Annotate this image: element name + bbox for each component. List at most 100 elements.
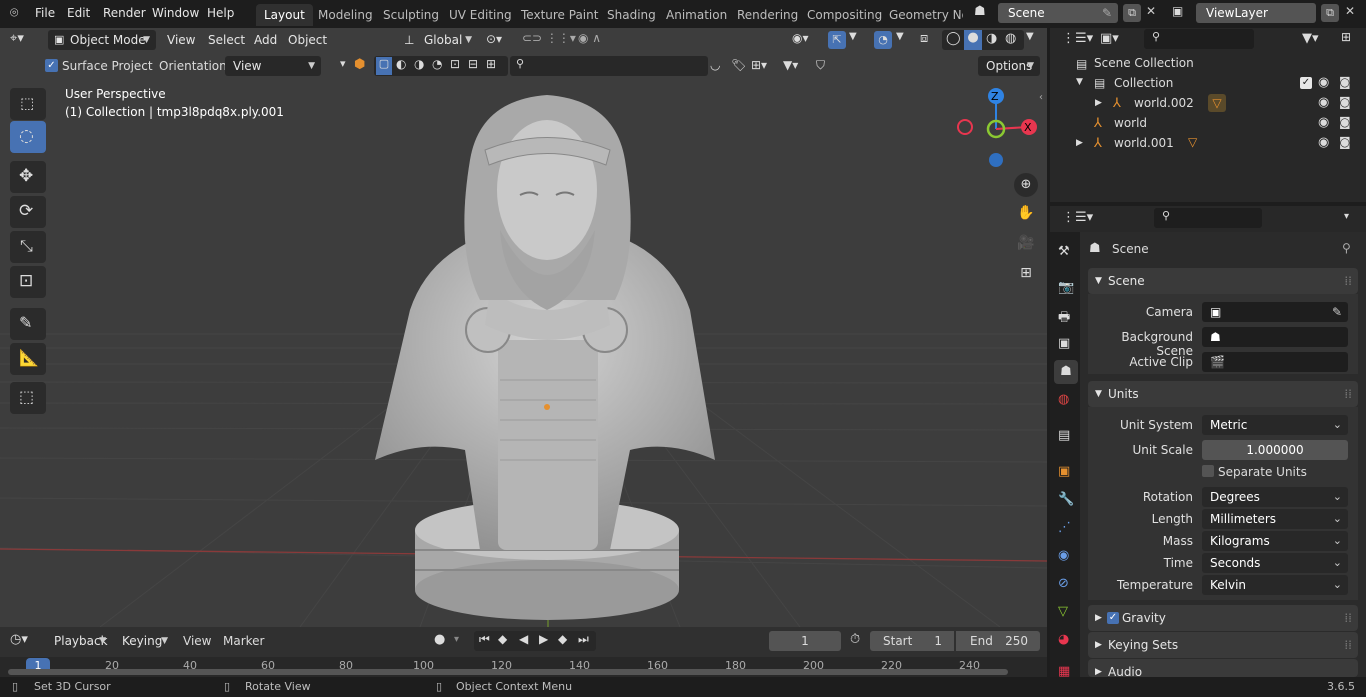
- record-icon[interactable]: ●: [434, 632, 445, 647]
- expand-world001-icon[interactable]: ▶: [1076, 138, 1083, 148]
- outliner-row-world[interactable]: world: [1114, 116, 1147, 130]
- visibility-icon[interactable]: ◉▾: [792, 31, 809, 45]
- select-box-icon[interactable]: ▢: [376, 57, 392, 75]
- layer-icon[interactable]: ◡: [710, 58, 720, 72]
- playback-menu[interactable]: Playback ▼: [46, 631, 112, 651]
- pin-icon[interactable]: ⚲: [1342, 241, 1351, 255]
- surface-project-checkbox[interactable]: ✓: [45, 59, 58, 72]
- snap-target-icon[interactable]: ▾: [340, 57, 346, 70]
- rotate-tool[interactable]: ⟳: [10, 196, 46, 228]
- mesh-data-icon[interactable]: ▽: [1208, 94, 1226, 112]
- overlays-toggle-icon[interactable]: ◔: [874, 31, 892, 49]
- tab-rendering[interactable]: Rendering: [729, 4, 806, 26]
- frame-ruler[interactable]: 1 20 40 60 80 100 120 140 160 180 200 22…: [0, 657, 1047, 677]
- exclude-checkbox[interactable]: ✓: [1300, 77, 1312, 89]
- add-cube-tool[interactable]: ⬚: [10, 382, 46, 414]
- menu-select[interactable]: Select: [208, 28, 245, 52]
- menu-window[interactable]: Window: [152, 6, 199, 20]
- new-collection-icon[interactable]: ⊞: [1337, 30, 1355, 48]
- 3d-viewport[interactable]: ⌖▾ ▣ Object Mode ▼ View Select Add Object…: [0, 28, 1047, 627]
- material-shading-icon[interactable]: ◑: [986, 31, 997, 46]
- expand-collection-icon[interactable]: ▼: [1076, 77, 1083, 87]
- bookmark-icon[interactable]: 🏷: [731, 58, 746, 72]
- unit-system-dropdown[interactable]: Metric ⌄: [1202, 415, 1348, 435]
- material-tab-icon[interactable]: ◕: [1058, 632, 1069, 647]
- data-tab-icon[interactable]: ▽: [1058, 604, 1068, 619]
- remove-scene-icon[interactable]: ✕: [1146, 4, 1156, 18]
- menu-help[interactable]: Help: [207, 6, 234, 20]
- remove-view-layer-icon[interactable]: ✕: [1345, 4, 1355, 18]
- proportional-edit-icon[interactable]: ◉ ∧: [578, 31, 601, 45]
- editor-type-icon[interactable]: ⌖▾: [10, 31, 24, 46]
- annotate-tool[interactable]: ✎: [10, 308, 46, 340]
- menu-view[interactable]: View: [167, 28, 195, 52]
- outliner-row-collection[interactable]: Collection: [1114, 76, 1173, 90]
- perspective-grid-icon[interactable]: ⊞: [1014, 261, 1038, 285]
- shield-icon[interactable]: ⛉: [816, 58, 825, 73]
- outliner-search-input[interactable]: ⚲: [1144, 29, 1254, 49]
- unit-scale-field[interactable]: 1.000000: [1202, 440, 1348, 460]
- move-tool[interactable]: ✥: [10, 161, 46, 193]
- separate-units-checkbox[interactable]: [1202, 465, 1214, 477]
- wireframe-shading-icon[interactable]: ◯: [946, 31, 961, 46]
- view-layer-icon[interactable]: ▣: [1172, 4, 1183, 18]
- temperature-dropdown[interactable]: Kelvin ⌄: [1202, 575, 1348, 595]
- render-tab-icon[interactable]: 📷: [1058, 280, 1074, 295]
- menu-edit[interactable]: Edit: [67, 6, 90, 20]
- layout-icon[interactable]: ⊞▾: [751, 58, 767, 72]
- pivot-icon[interactable]: ⊙▾: [486, 32, 502, 46]
- transform-orientation[interactable]: ⊥ Global ▼: [400, 30, 478, 50]
- eye-icon[interactable]: ◉: [1318, 95, 1329, 110]
- filter-mesh-icon[interactable]: ◑: [414, 57, 424, 71]
- view-layer-tab-icon[interactable]: ▣: [1058, 336, 1070, 351]
- pan-hand-icon[interactable]: ✋: [1014, 201, 1038, 225]
- jump-end-icon[interactable]: ⏭: [578, 632, 589, 647]
- tab-compositing[interactable]: Compositing: [799, 4, 890, 26]
- mass-dropdown[interactable]: Kilograms ⌄: [1202, 531, 1348, 551]
- background-scene-field[interactable]: ☗: [1202, 327, 1348, 347]
- measure-tool[interactable]: 📐: [10, 343, 46, 375]
- particles-tab-icon[interactable]: ⋰: [1058, 520, 1071, 535]
- outliner-editor-icon[interactable]: ⋮☰▾: [1062, 31, 1093, 46]
- options-dropdown[interactable]: Options ▼: [978, 56, 1040, 76]
- tab-sculpting[interactable]: Sculpting: [375, 4, 447, 26]
- camera-field[interactable]: ▣ ✎: [1202, 302, 1348, 322]
- bust-model[interactable]: [370, 80, 730, 625]
- eye-icon[interactable]: ◉: [1318, 75, 1329, 90]
- scene-selector[interactable]: Scene ✎: [998, 3, 1118, 23]
- gravity-panel-header[interactable]: ▶ ✓ Gravity ⁞⁞: [1088, 605, 1358, 631]
- tab-geometry-nodes[interactable]: Geometry Noc: [881, 4, 963, 26]
- tab-modeling[interactable]: Modeling: [310, 4, 381, 26]
- time-dropdown[interactable]: Seconds ⌄: [1202, 553, 1348, 573]
- keying-menu[interactable]: Keying ▼: [114, 631, 174, 651]
- new-view-layer-icon[interactable]: ⧉: [1321, 4, 1339, 22]
- keying-sets-panel-header[interactable]: ▶ Keying Sets ⁞⁞: [1088, 632, 1358, 658]
- tab-animation[interactable]: Animation: [658, 4, 735, 26]
- overlays-dropdown-icon[interactable]: ▼: [896, 31, 904, 42]
- navigation-gizmo[interactable]: Z X: [950, 83, 1040, 168]
- length-dropdown[interactable]: Millimeters ⌄: [1202, 509, 1348, 529]
- orientation-dropdown[interactable]: View ▼: [225, 56, 321, 76]
- outliner-filter-icon[interactable]: ▼▾: [1302, 31, 1319, 46]
- units-panel-header[interactable]: ▼ Units ⁞⁞: [1088, 381, 1358, 407]
- search-input[interactable]: ⚲: [510, 56, 708, 76]
- view-layer-selector[interactable]: ViewLayer: [1196, 3, 1316, 23]
- constraints-tab-icon[interactable]: ⊘: [1058, 576, 1069, 591]
- end-frame-field[interactable]: End 250: [956, 631, 1040, 651]
- camera-render-icon[interactable]: ◙: [1339, 115, 1351, 129]
- active-clip-field[interactable]: 🎬: [1202, 352, 1348, 372]
- mode-selector[interactable]: ▣ Object Mode ▼: [48, 30, 156, 50]
- transform-tool[interactable]: ⊡: [10, 266, 46, 298]
- camera-render-icon[interactable]: ◙: [1339, 135, 1351, 149]
- camera-render-icon[interactable]: ◙: [1339, 95, 1351, 109]
- properties-editor-icon[interactable]: ⋮☰▾: [1062, 210, 1093, 225]
- object-tab-icon[interactable]: ▣: [1058, 464, 1070, 479]
- scene-collection-label[interactable]: Scene Collection: [1094, 56, 1194, 70]
- timeline-scrollbar[interactable]: [8, 669, 1008, 675]
- select-box-tool[interactable]: ⬚: [10, 88, 46, 120]
- properties-search-input[interactable]: ⚲: [1154, 208, 1262, 228]
- physics-tab-icon[interactable]: ◉: [1058, 548, 1069, 563]
- current-frame-field[interactable]: 1: [769, 631, 841, 651]
- play-reverse-icon[interactable]: ◀: [519, 632, 528, 646]
- camera-render-icon[interactable]: ◙: [1339, 75, 1351, 89]
